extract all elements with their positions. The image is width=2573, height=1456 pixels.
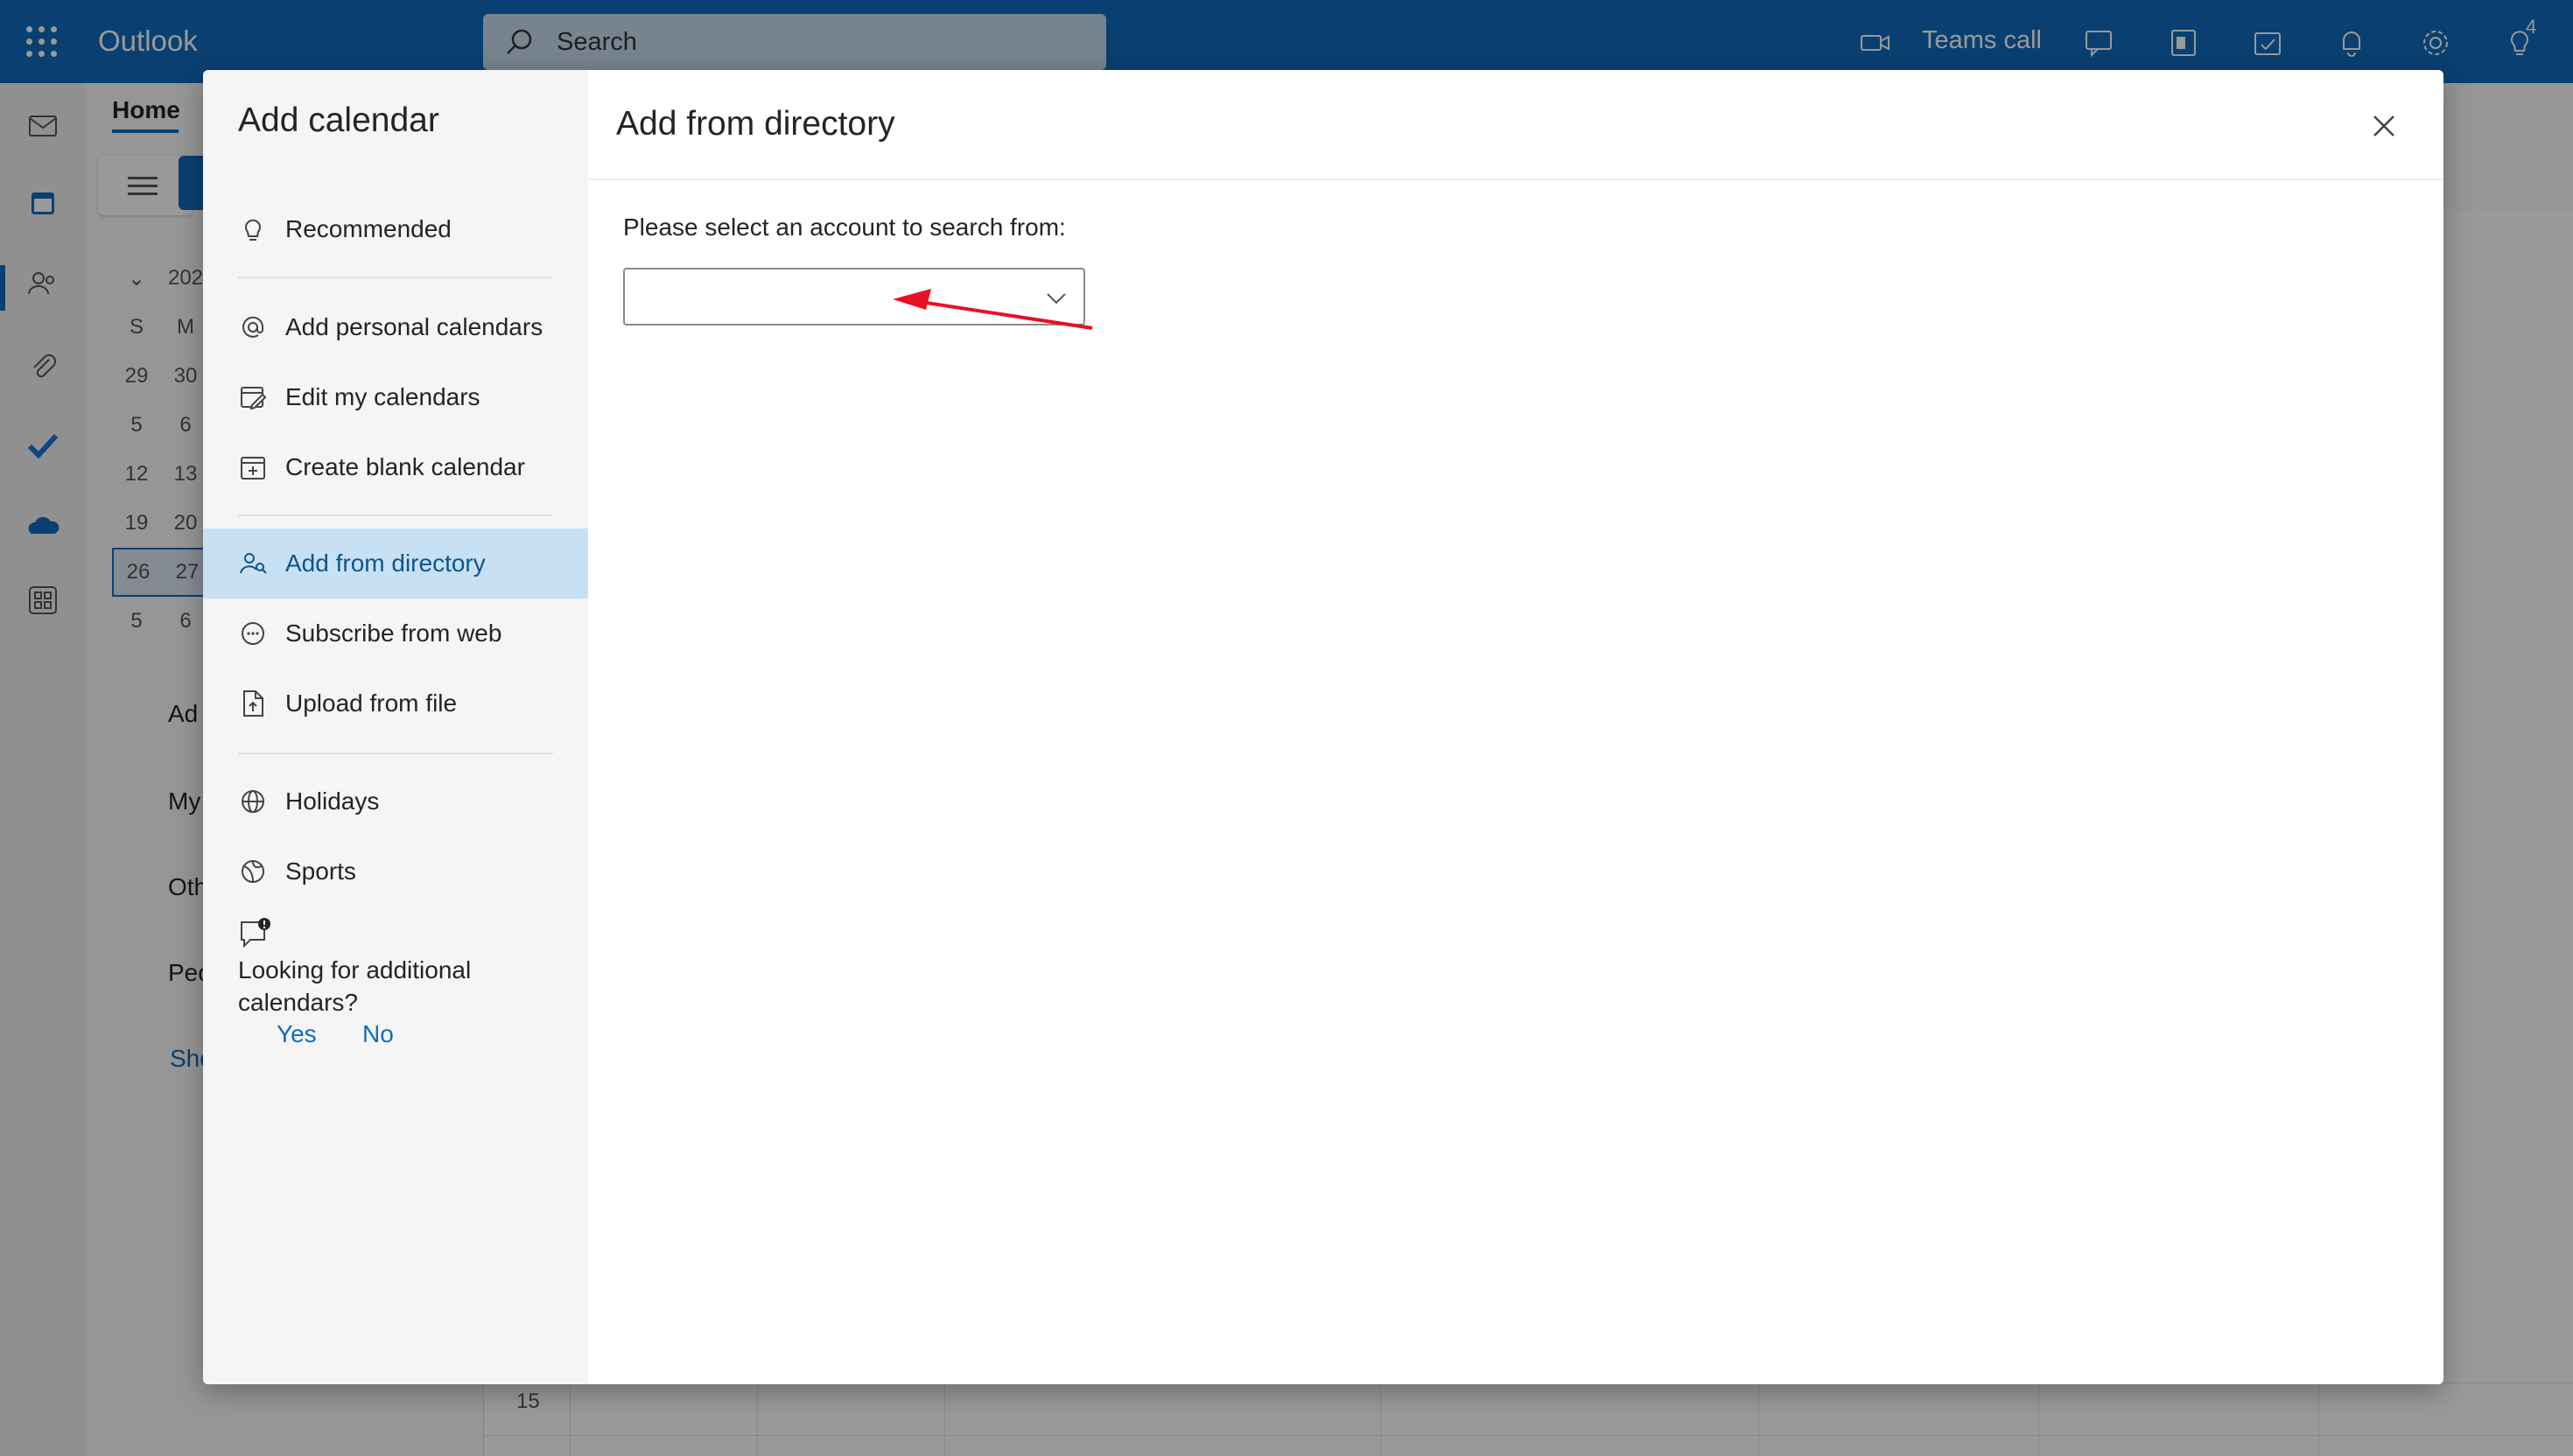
add-calendar-dialog: Add calendar Recommended Add personal ca…	[203, 70, 2443, 1384]
dialog-nav-pane: Add calendar Recommended Add personal ca…	[203, 70, 588, 1384]
nav-edit-my-label: Edit my calendars	[285, 383, 480, 410]
nav-upload-file-label: Upload from file	[285, 690, 458, 717]
feedback-icon	[241, 918, 270, 948]
nav-add-directory-label: Add from directory	[285, 550, 486, 577]
nav-create-blank-calendar[interactable]: Create blank calendar	[203, 432, 588, 502]
feedback-question: Looking for additional calendars?	[238, 956, 472, 1016]
dialog-title: Add calendar	[238, 102, 439, 139]
nav-divider	[238, 752, 553, 754]
nav-add-from-directory[interactable]: Add from directory	[203, 528, 588, 598]
nav-subscribe-web-label: Subscribe from web	[285, 620, 502, 647]
edit-calendar-icon	[238, 382, 268, 412]
feedback-yes-link[interactable]: Yes	[277, 1020, 317, 1048]
nav-add-personal-calendars[interactable]: Add personal calendars	[203, 292, 588, 362]
nav-subscribe-from-web[interactable]: Subscribe from web	[203, 598, 588, 668]
close-icon[interactable]	[2366, 108, 2401, 144]
nav-divider	[238, 276, 553, 278]
sports-ball-icon	[238, 857, 268, 886]
nav-recommended-label: Recommended	[285, 215, 452, 242]
nav-create-blank-label: Create blank calendar	[285, 453, 525, 480]
nav-recommended[interactable]: Recommended	[203, 194, 588, 264]
nav-sports[interactable]: Sports	[203, 836, 588, 906]
annotation-arrow	[893, 289, 1093, 330]
people-search-icon	[238, 549, 268, 578]
nav-add-personal-label: Add personal calendars	[285, 313, 543, 340]
nav-holidays-label: Holidays	[285, 788, 380, 815]
dialog-content-pane: Add from directory Please select an acco…	[588, 70, 2443, 1384]
nav-upload-from-file[interactable]: Upload from file	[203, 668, 588, 738]
nav-sports-label: Sports	[285, 858, 356, 885]
nav-edit-my-calendars[interactable]: Edit my calendars	[203, 362, 588, 432]
file-upload-icon	[238, 689, 268, 718]
at-sign-icon	[238, 312, 268, 342]
feedback-no-link[interactable]: No	[362, 1020, 394, 1048]
globe-icon	[238, 787, 268, 816]
nav-divider	[238, 514, 553, 516]
nav-holidays[interactable]: Holidays	[203, 766, 588, 836]
lightbulb-icon	[238, 214, 268, 244]
link-circle-icon	[238, 619, 268, 648]
calendar-add-icon	[238, 452, 268, 482]
